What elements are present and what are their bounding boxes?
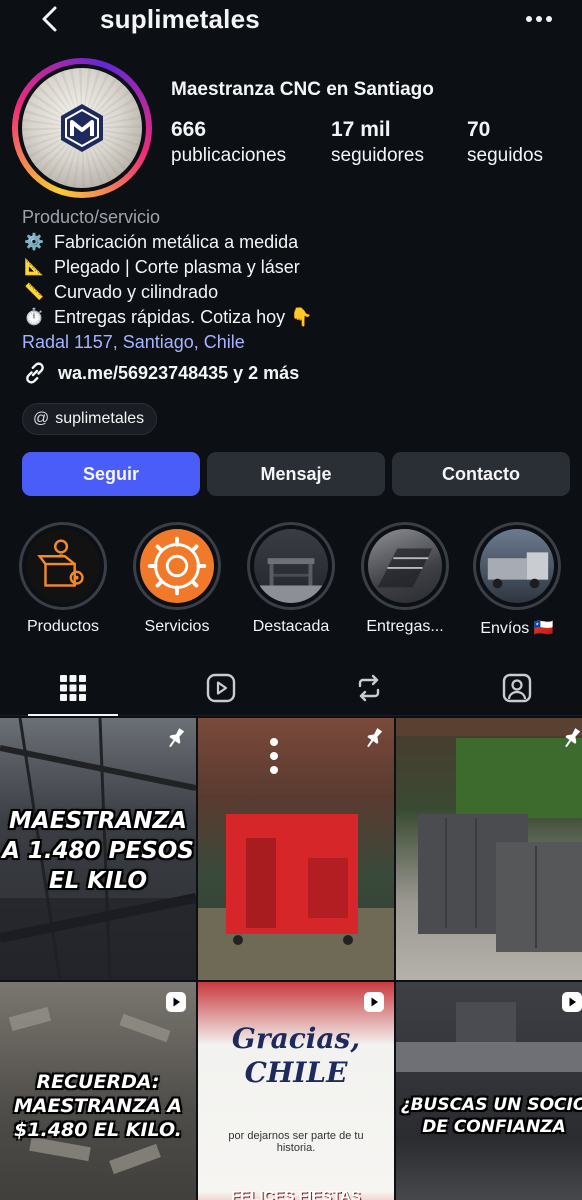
workshop-photo-icon <box>396 1002 582 1072</box>
bio-line-text: Fabricación metálica a medida <box>54 232 299 252</box>
bio-line: ⏱️ Entregas rápidas. Cotiza hoy 👇 <box>22 305 562 330</box>
external-link-text: wa.me/56923748435 y 2 más <box>58 362 300 383</box>
stat-following[interactable]: 70 seguidos <box>467 118 543 167</box>
outdoor-kitchen-photo-icon <box>396 718 582 952</box>
highlight-label: Servicios <box>144 618 210 635</box>
pin-icon <box>367 728 383 748</box>
active-tab-indicator <box>28 714 118 716</box>
post-caption: RECUERDA: MAESTRANZA A $1.480 EL KILO. <box>13 1071 183 1141</box>
threads-badge[interactable]: @ suplimetales <box>22 403 158 435</box>
tagged-user-icon <box>502 673 532 703</box>
triangle-ruler-emoji-icon: 📐 <box>24 259 44 276</box>
highlight-entregas[interactable]: Entregas... <box>350 522 460 636</box>
external-link[interactable]: wa.me/56923748435 y 2 más <box>22 360 299 386</box>
reel-icon <box>166 992 186 1012</box>
bio-line-text: Plegado | Corte plasma y láser <box>54 257 300 277</box>
post-caption: ¿BUSCAS UN SOCIO DE CONFIANZA <box>400 1095 582 1137</box>
stat-following-count: 70 <box>467 118 491 141</box>
bio-line: ⚙️ Fabricación metálica a medida <box>22 230 562 255</box>
pin-icon <box>565 728 581 748</box>
highlight-label: Envíos 🇨🇱 <box>480 620 554 637</box>
reel-icon <box>562 992 582 1012</box>
top-bar: suplimetales <box>0 0 582 42</box>
gear-icon <box>147 536 207 596</box>
contact-button[interactable]: Contacto <box>392 452 570 496</box>
highlight-destacada[interactable]: Destacada <box>236 522 346 636</box>
back-icon[interactable] <box>36 4 66 34</box>
delivery-thumbnail-icon <box>377 548 433 588</box>
category-label: Producto/servicio <box>22 207 161 227</box>
pin-icon <box>169 728 185 748</box>
threads-icon: @ <box>33 410 50 427</box>
reels-icon <box>206 673 236 703</box>
tab-reels[interactable] <box>176 660 266 716</box>
highlight-label: Entregas... <box>366 618 444 635</box>
bio-line: 📏 Curvado y cilindrado <box>22 280 562 305</box>
post-tile[interactable] <box>396 718 582 980</box>
follow-button[interactable]: Seguir <box>22 452 200 496</box>
highlight-label: Destacada <box>252 618 330 635</box>
post-caption: MAESTRANZA A 1.480 PESOS EL KILO <box>2 808 194 894</box>
bio-line-text: Curvado y cilindrado <box>54 282 219 302</box>
profile-avatar[interactable] <box>12 58 152 198</box>
stat-followers-label: seguidores <box>331 145 424 166</box>
tab-tagged[interactable] <box>472 660 562 716</box>
highlight-envios[interactable]: Envíos 🇨🇱 <box>462 522 572 638</box>
stat-followers[interactable]: 17 mil seguidores <box>331 118 424 167</box>
bio-line: 📐 Plegado | Corte plasma y láser <box>22 255 562 280</box>
highlight-productos[interactable]: Productos <box>8 522 118 636</box>
post-tile[interactable]: RECUERDA: MAESTRANZA A $1.480 EL KILO. <box>0 982 196 1200</box>
stat-followers-count: 17 mil <box>331 118 391 141</box>
post-tile[interactable]: MAESTRANZA A 1.480 PESOS EL KILO <box>0 718 196 980</box>
ruler-emoji-icon: 📏 <box>24 284 44 301</box>
reel-icon <box>364 992 384 1012</box>
post-tile[interactable]: ¿BUSCAS UN SOCIO DE CONFIANZA <box>396 982 582 1200</box>
profile-tabs <box>0 660 582 716</box>
message-button[interactable]: Mensaje <box>207 452 385 496</box>
box-gear-icon <box>37 539 84 587</box>
post-footer: FELICES FIESTAS PATRIAS <box>231 1188 361 1200</box>
repost-icon <box>358 674 380 702</box>
post-tile[interactable] <box>198 718 394 980</box>
stat-posts-label: publicaciones <box>171 145 287 166</box>
bio-line-text: Entregas rápidas. Cotiza hoy 👇 <box>54 307 313 327</box>
stat-posts[interactable]: 666 publicaciones <box>171 118 286 167</box>
highlight-servicios[interactable]: Servicios <box>122 522 232 636</box>
post-title: Gracias, CHILE <box>231 1022 361 1089</box>
shipping-thumbnail-icon <box>487 552 549 589</box>
stat-posts-count: 666 <box>171 118 207 141</box>
threads-username: suplimetales <box>55 410 145 427</box>
post-subtitle: por dejarnos ser parte de tu historia. <box>228 1130 364 1154</box>
grid-icon <box>60 675 86 701</box>
stopwatch-emoji-icon: ⏱️ <box>24 309 44 326</box>
gear-emoji-icon: ⚙️ <box>24 234 44 251</box>
header-username: suplimetales <box>100 4 260 34</box>
red-table-photo-icon <box>198 738 394 980</box>
brand-logo-icon <box>61 104 103 152</box>
post-tile[interactable]: Gracias, CHILE por dejarnos ser parte de… <box>198 982 394 1200</box>
tab-grid[interactable] <box>28 660 118 716</box>
profile-display-name: Maestranza CNC en Santiago <box>171 79 434 100</box>
profile-bio: Producto/servicio ⚙️ Fabricación metálica… <box>22 205 562 355</box>
highlight-label: Productos <box>26 618 100 635</box>
more-options-icon[interactable] <box>522 6 556 32</box>
address-link[interactable]: Radal 1157, Santiago, Chile <box>22 330 562 355</box>
tab-reposts[interactable] <box>324 660 414 716</box>
link-icon <box>26 362 44 384</box>
stat-following-label: seguidos <box>467 145 544 166</box>
workbench-thumbnail-icon <box>254 558 328 603</box>
